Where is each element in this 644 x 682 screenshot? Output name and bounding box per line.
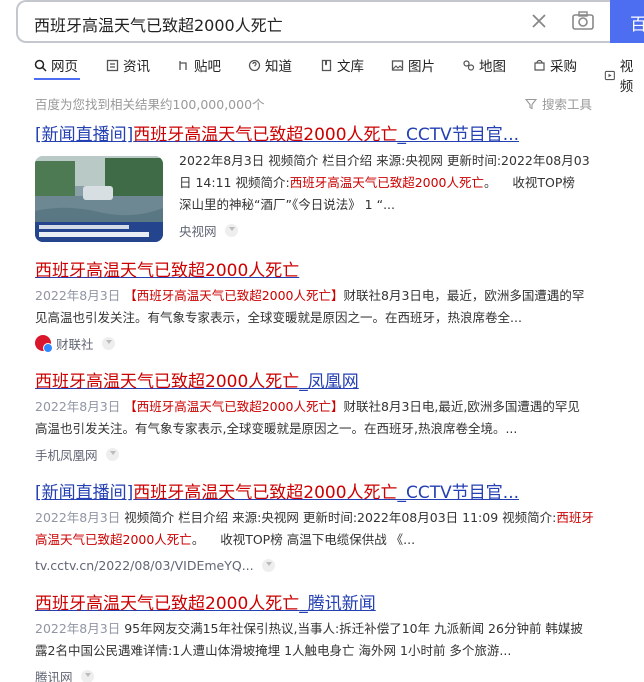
active-tab-indicator bbox=[34, 78, 80, 80]
tab-label: 文库 bbox=[337, 59, 364, 75]
result-source[interactable]: 手机凤凰网 bbox=[35, 445, 615, 463]
search-icon bbox=[34, 59, 47, 72]
result-abstract: 2022年8月3日 95年网友交满15年社保引热议,当事人:拆迁补偿了10年 九… bbox=[35, 621, 583, 658]
search-result: [新闻直播间]西班牙高温天气已致超2000人死亡_CCTV节目官... 2022… bbox=[35, 124, 615, 242]
question-icon bbox=[248, 59, 261, 71]
search-result: 西班牙高温天气已致超2000人死亡 2022年8月3日 【西班牙高温天气已致超2… bbox=[35, 260, 615, 353]
tab-zhidao[interactable]: 知道 bbox=[248, 55, 292, 75]
document-icon bbox=[321, 59, 332, 71]
result-count: 百度为您找到相关结果约100,000,000个 bbox=[35, 97, 265, 112]
map-icon bbox=[463, 59, 475, 71]
tab-tieba[interactable]: 贴吧 bbox=[177, 55, 221, 75]
result-title[interactable]: [新闻直播间]西班牙高温天气已致超2000人死亡_CCTV节目官... bbox=[35, 482, 615, 504]
result-source[interactable]: 腾讯网 bbox=[35, 667, 615, 682]
tab-wenku[interactable]: 文库 bbox=[320, 55, 364, 75]
tab-label: 地图 bbox=[479, 59, 506, 75]
search-result: [新闻直播间]西班牙高温天气已致超2000人死亡_CCTV节目官... 2022… bbox=[35, 482, 615, 574]
tieba-icon bbox=[179, 60, 187, 70]
tab-label: 图片 bbox=[408, 59, 435, 75]
filter-icon bbox=[525, 98, 537, 109]
search-input[interactable]: 西班牙高温天气已致超2000人死亡 bbox=[34, 12, 283, 36]
tab-web[interactable]: 网页 bbox=[34, 55, 78, 75]
play-icon bbox=[604, 70, 615, 80]
shop-icon bbox=[534, 59, 545, 71]
tab-video[interactable]: 视频 bbox=[604, 55, 644, 95]
result-abstract: 2022年8月3日 【西班牙高温天气已致超2000人死亡】财联社8月3日电,最近… bbox=[35, 399, 580, 436]
result-source[interactable]: 央视网 bbox=[179, 221, 615, 239]
result-abstract: 2022年8月3日 视频简介 栏目介绍 来源:央视网 更新时间:2022年08月… bbox=[35, 510, 594, 547]
result-source[interactable]: 财联社 bbox=[35, 334, 615, 353]
result-abstract: 2022年8月3日 【西班牙高温天气已致超2000人死亡】财联社8月3日电，最近… bbox=[35, 288, 585, 325]
tab-label: 视频 bbox=[619, 59, 634, 95]
result-source[interactable]: tv.cctv.cn/2022/08/03/VIDEmeYQ... bbox=[35, 556, 615, 574]
tab-news[interactable]: 资讯 bbox=[106, 55, 150, 75]
tab-purchase[interactable]: 采购 bbox=[533, 55, 577, 75]
search-result: 西班牙高温天气已致超2000人死亡_腾讯新闻 2022年8月3日 95年网友交满… bbox=[35, 593, 615, 682]
tab-label: 网页 bbox=[51, 59, 78, 75]
search-box[interactable]: 西班牙高温天气已致超2000人死亡 bbox=[16, 0, 612, 43]
camera-icon[interactable] bbox=[571, 10, 595, 32]
image-icon bbox=[391, 59, 404, 71]
tab-label: 采购 bbox=[550, 59, 577, 75]
tab-label: 资讯 bbox=[123, 59, 150, 75]
result-title[interactable]: [新闻直播间]西班牙高温天气已致超2000人死亡_CCTV节目官... bbox=[35, 124, 615, 146]
tab-label: 贴吧 bbox=[194, 59, 221, 75]
cailianshe-logo-icon bbox=[35, 335, 53, 353]
result-abstract: 2022年8月3日 视频简介 栏目介绍 来源:央视网 更新时间:2022年08月… bbox=[179, 153, 590, 212]
more-icon[interactable] bbox=[105, 447, 119, 461]
clear-icon[interactable] bbox=[528, 10, 550, 32]
search-tools-label: 搜索工具 bbox=[542, 97, 593, 112]
result-title[interactable]: 西班牙高温天气已致超2000人死亡_腾讯新闻 bbox=[35, 593, 615, 615]
search-button[interactable]: 百度一下 bbox=[610, 0, 644, 43]
tab-images[interactable]: 图片 bbox=[391, 55, 435, 75]
more-icon[interactable] bbox=[80, 669, 94, 682]
video-thumbnail[interactable] bbox=[35, 156, 163, 242]
more-icon[interactable] bbox=[261, 558, 275, 572]
tab-label: 知道 bbox=[265, 59, 292, 75]
result-title[interactable]: 西班牙高温天气已致超2000人死亡_凤凰网 bbox=[35, 371, 615, 393]
news-icon bbox=[106, 59, 119, 71]
more-icon[interactable] bbox=[224, 223, 238, 237]
result-title[interactable]: 西班牙高温天气已致超2000人死亡 bbox=[35, 260, 615, 282]
more-icon[interactable] bbox=[101, 336, 115, 350]
search-result: 西班牙高温天气已致超2000人死亡_凤凰网 2022年8月3日 【西班牙高温天气… bbox=[35, 371, 615, 463]
search-tools-button[interactable]: 搜索工具 bbox=[525, 94, 592, 113]
tab-map[interactable]: 地图 bbox=[462, 55, 506, 75]
